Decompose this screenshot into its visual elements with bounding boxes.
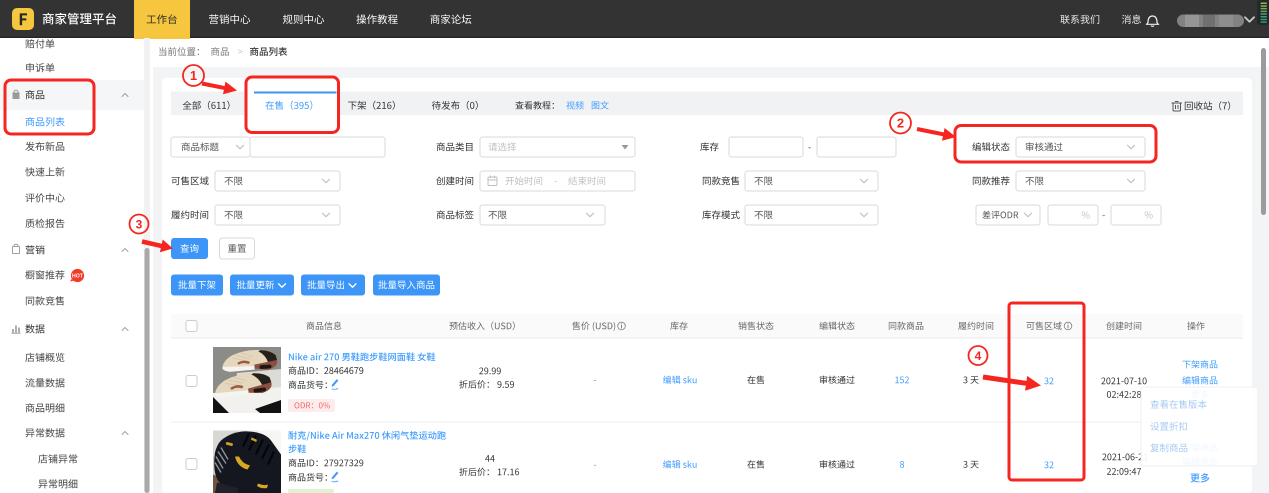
svg-text:-: -: [808, 142, 811, 153]
svg-text:1: 1: [190, 68, 197, 83]
svg-text:2: 2: [897, 116, 904, 131]
svg-text:HOT: HOT: [72, 274, 84, 280]
svg-text:3: 3: [136, 217, 143, 231]
svg-text:4: 4: [975, 349, 982, 363]
